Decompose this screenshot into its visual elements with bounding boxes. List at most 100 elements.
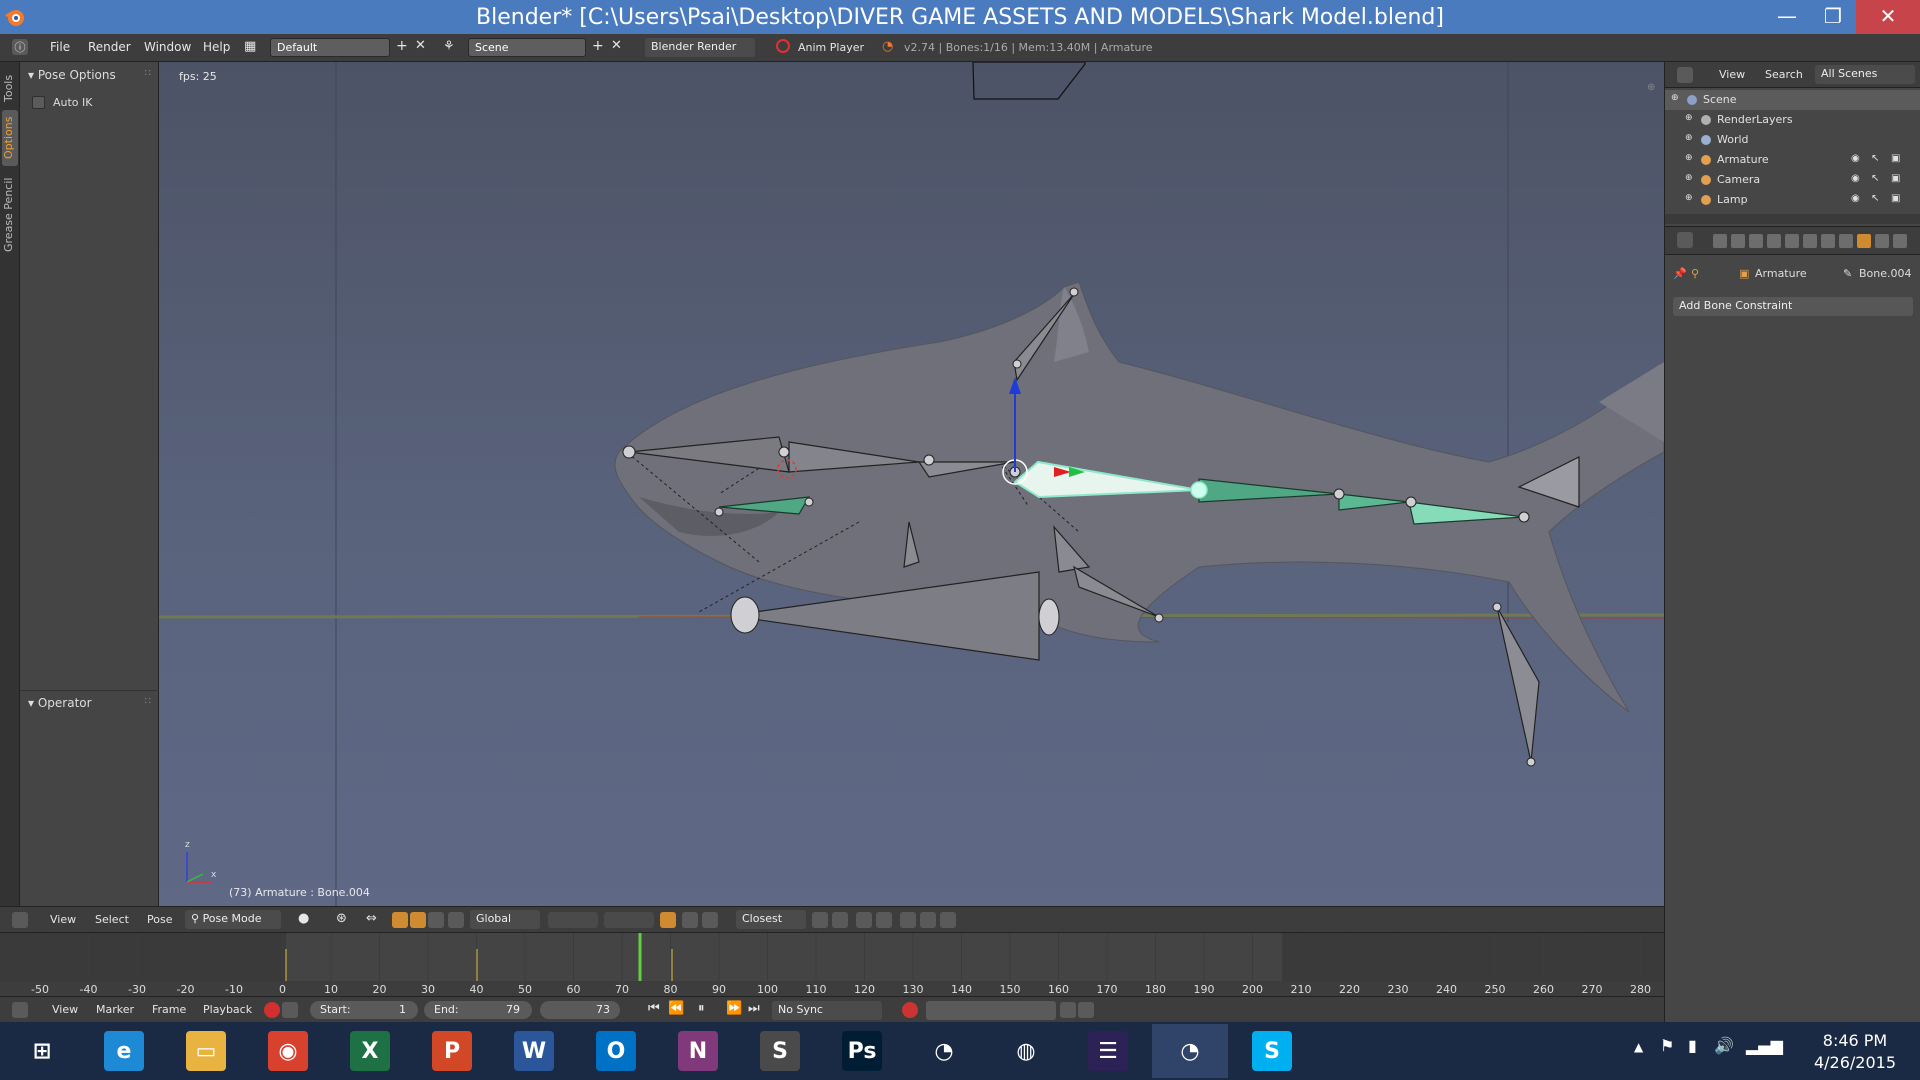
expand-toggle-icon[interactable]: ⊕ [1685,153,1693,163]
render-anim-icon[interactable] [876,912,892,928]
mode-select[interactable]: ⚲ Pose Mode [185,910,281,929]
properties-toggle-icon[interactable]: ⊕ [1647,82,1655,93]
scene-icon[interactable]: ⚘ [443,39,455,54]
timeline-editor[interactable]: -50 -40 -30 -20 -10 0 10 20 30 40 50 60 70 80 90 100 110… [0,932,1664,996]
prev-keyframe-icon[interactable]: ⏪ [668,1001,684,1016]
editor-type-icon[interactable] [1677,232,1693,248]
taskbar-file-explorer[interactable]: ▭ [168,1024,244,1078]
tab-options[interactable]: Options [2,110,18,166]
pose-library-icon[interactable] [660,912,676,928]
operator-header[interactable]: ▾ Operator ∷ [20,692,159,714]
selectable-cursor-icon[interactable]: ↖ [1871,193,1879,204]
menu-playback[interactable]: Playback [203,1003,252,1016]
constraints-tab-icon[interactable] [1803,234,1817,248]
lock-range-icon[interactable] [282,1002,298,1018]
paste-pose-icon[interactable] [702,912,718,928]
jump-end-icon[interactable]: ⏭ [748,1001,760,1016]
taskbar-chrome[interactable]: ◉ [250,1024,326,1078]
menu-file[interactable]: File [50,40,70,54]
renderable-camera-icon[interactable]: ▣ [1891,153,1900,164]
outliner-menu-search[interactable]: Search [1765,68,1803,81]
menu-window[interactable]: Window [144,40,191,54]
menu-view[interactable]: View [50,913,76,926]
system-clock[interactable]: 8:46 PM 4/26/2015 [1800,1030,1910,1074]
manipulator-toggle-icon[interactable]: ⇔ [366,911,377,926]
tab-tools[interactable]: Tools [2,68,18,108]
render-still-icon[interactable] [856,912,872,928]
viewport-shading-icon[interactable]: ● [298,911,309,926]
taskbar-paint-app[interactable]: ◍ [988,1024,1064,1078]
timeline-canvas[interactable]: -50 -40 -30 -20 -10 0 10 20 30 40 50 60 70 80 90 100 110… [0,933,1664,996]
info-editor-icon[interactable]: ⓘ [12,39,28,55]
menu-marker[interactable]: Marker [96,1003,134,1016]
world-tab-icon[interactable] [1767,234,1781,248]
pivot-point-icon[interactable]: ⊛ [336,911,347,926]
screen-layout-icon[interactable]: ▦ [244,39,256,54]
visibility-eye-icon[interactable]: ◉ [1851,193,1860,204]
outliner-row-camera[interactable]: ⊕ Camera ◉ ↖ ▣ [1665,170,1920,190]
rotate-manipulator-icon[interactable] [410,912,426,928]
action-center-flag-icon[interactable]: ⚑ [1660,1036,1674,1055]
add-bone-constraint-button[interactable]: Add Bone Constraint [1673,297,1913,316]
data-tab-icon[interactable] [1821,234,1835,248]
screen-layout-field[interactable]: Default [270,38,390,57]
pose-options-header[interactable]: ▾ Pose Options ∷ [20,64,159,86]
outliner-row-world[interactable]: ⊕ World [1665,130,1920,150]
expand-toggle-icon[interactable]: ⊕ [1685,133,1693,143]
bone-tab-icon[interactable] [1839,234,1853,248]
taskbar-blender-active[interactable]: ◔ [1152,1024,1228,1078]
taskbar-outlook[interactable]: O [578,1024,654,1078]
outliner-menu-view[interactable]: View [1719,68,1745,81]
taskbar-skype[interactable]: S [1234,1024,1310,1078]
snap-target-select[interactable]: Closest [736,910,806,929]
keying-set-icon[interactable] [940,912,956,928]
object-tab-icon[interactable] [1785,234,1799,248]
menu-select[interactable]: Select [95,913,129,926]
next-keyframe-icon[interactable]: ⏩ [726,1001,742,1016]
menu-render[interactable]: Render [88,40,131,54]
taskbar-internet-explorer[interactable]: e [86,1024,162,1078]
tab-grease-pencil[interactable]: Grease Pencil [2,170,18,260]
menu-help[interactable]: Help [203,40,230,54]
visibility-eye-icon[interactable]: ◉ [1851,173,1860,184]
auto-ik-checkbox[interactable] [32,96,45,109]
remove-layout-icon[interactable]: ✕ [415,38,426,53]
selectable-cursor-icon[interactable]: ↖ [1871,173,1879,184]
close-button[interactable]: ✕ [1856,0,1920,34]
menu-pose[interactable]: Pose [147,913,172,926]
sync-select[interactable]: No Sync [772,1001,882,1020]
delete-keyframe-icon[interactable] [1078,1002,1094,1018]
volume-icon[interactable]: 🔊 [1714,1036,1734,1055]
expand-toggle-icon[interactable]: ⊕ [1685,193,1693,203]
outliner-row-renderlayers[interactable]: ⊕ RenderLayers [1665,110,1920,130]
keyframe-delete-icon[interactable] [920,912,936,928]
bone-constraint-tab-icon[interactable] [1857,234,1871,248]
taskbar-excel[interactable]: X [332,1024,408,1078]
scene-field[interactable]: Scene [468,38,586,57]
keyframe-insert-icon[interactable] [900,912,916,928]
taskbar-eclipse[interactable]: ☰ [1070,1024,1146,1078]
editor-type-icon[interactable] [1677,67,1693,83]
physics-tab-icon[interactable] [1893,234,1907,248]
outliner-scrollbar[interactable] [1665,214,1920,224]
add-scene-icon[interactable]: + [592,38,604,54]
3d-viewport[interactable]: fps: 25 z x (73) Armature : Bone.004 ⊕ [159,62,1664,906]
taskbar-photoshop[interactable]: Ps [824,1024,900,1078]
scale-manipulator-icon[interactable] [428,912,444,928]
remove-scene-icon[interactable]: ✕ [611,38,622,53]
selectable-cursor-icon[interactable]: ↖ [1871,153,1879,164]
menu-view[interactable]: View [52,1003,78,1016]
editor-type-icon[interactable] [12,912,28,928]
layers-grid-2[interactable] [604,912,654,928]
outliner-row-armature[interactable]: ⊕ Armature ◉ ↖ ▣ [1665,150,1920,170]
render-tab-icon[interactable] [1713,234,1727,248]
render-layers-tab-icon[interactable] [1731,234,1745,248]
expand-toggle-icon[interactable]: ⊕ [1671,93,1679,103]
viewport-canvas[interactable] [159,62,1664,906]
translate-manipulator-icon[interactable] [392,912,408,928]
texture-tab-icon[interactable] [1875,234,1889,248]
add-layout-icon[interactable]: + [396,38,408,54]
proportional-edit-icon[interactable] [832,912,848,928]
drag-handle-icon[interactable]: ∷ [145,68,151,79]
network-signal-icon[interactable]: ▂▄▆ [1746,1036,1783,1055]
